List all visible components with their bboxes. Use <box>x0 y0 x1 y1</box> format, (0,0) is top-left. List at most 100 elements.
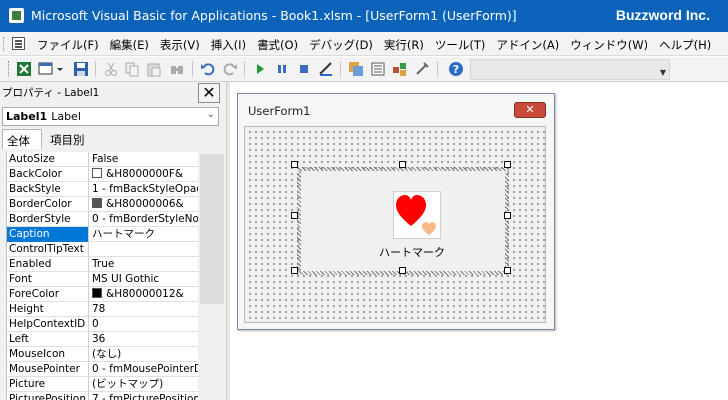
property-value[interactable]: 0 - fmBorderStyleNone <box>90 212 198 227</box>
menu-grip[interactable] <box>3 37 6 51</box>
resize-handle-top[interactable] <box>399 161 406 168</box>
tab-categorized[interactable]: 項目別 <box>46 129 96 149</box>
label1-selection-frame[interactable]: ハートマーク <box>297 167 509 275</box>
property-value-text: False <box>92 153 119 165</box>
resize-handle-right[interactable] <box>504 212 511 219</box>
property-value[interactable]: ハートマーク <box>90 227 198 242</box>
toolbar-grip[interactable] <box>8 61 11 77</box>
project-explorer-icon[interactable] <box>348 61 364 77</box>
menu-insert[interactable]: 挿入(I) <box>210 37 253 53</box>
property-row[interactable]: BorderStyle0 - fmBorderStyleNone <box>7 212 198 227</box>
property-row[interactable]: Picture (ビットマップ) <box>7 377 198 392</box>
property-value[interactable]: (ビットマップ) <box>90 377 198 392</box>
property-row[interactable]: ControlTipText <box>7 242 198 257</box>
resize-handle-left[interactable] <box>291 212 298 219</box>
design-mode-icon[interactable] <box>318 61 334 77</box>
property-value[interactable]: 7 - fmPicturePositionAboveCenter <box>90 392 198 400</box>
code-window-icon[interactable] <box>12 37 25 50</box>
tab-alphabetic[interactable]: 全体 <box>2 129 42 149</box>
close-icon[interactable]: ✕ <box>198 83 220 103</box>
object-type: Label <box>51 110 81 123</box>
property-value[interactable]: 0 <box>90 317 198 332</box>
object-browser-icon[interactable] <box>392 61 408 77</box>
property-value-text: MS UI Gothic <box>92 273 160 285</box>
menu-file[interactable]: ファイル(F) <box>36 37 106 53</box>
property-value[interactable]: 0 - fmMousePointerDefault <box>90 362 198 377</box>
property-name: BorderColor <box>7 197 89 212</box>
property-scrollbar[interactable] <box>198 152 226 400</box>
menu-debug[interactable]: デバッグ(D) <box>308 37 380 53</box>
property-row[interactable]: Height 78 <box>7 302 198 317</box>
property-value[interactable]: &H8000000F& <box>90 167 198 182</box>
property-row[interactable]: HelpContextID 0 <box>7 317 198 332</box>
menu-help[interactable]: ヘルプ(H) <box>658 37 718 53</box>
toolbox-icon[interactable] <box>414 61 430 77</box>
property-row[interactable]: Enabled True <box>7 257 198 272</box>
property-row[interactable]: Caption ハートマーク <box>7 227 198 242</box>
properties-icon[interactable] <box>370 61 386 77</box>
property-row[interactable]: BackStyle1 - fmBackStyleOpaque <box>7 182 198 197</box>
property-row[interactable]: Left 36 <box>7 332 198 347</box>
menu-view[interactable]: 表示(V) <box>159 37 207 53</box>
property-row[interactable]: Font MS UI Gothic <box>7 272 198 287</box>
property-row[interactable]: ForeColor &H80000012& <box>7 287 198 302</box>
scrollbar-thumb[interactable] <box>200 154 224 304</box>
excel-icon[interactable] <box>16 61 32 77</box>
title-bar: Microsoft Visual Basic for Applications … <box>0 0 728 32</box>
property-name: Enabled <box>7 257 89 272</box>
run-icon[interactable] <box>252 61 268 77</box>
copy-icon[interactable] <box>124 61 140 77</box>
property-value-text: &H80000012& <box>106 288 184 300</box>
chevron-down-icon[interactable]: ⌄ <box>207 109 215 120</box>
menu-edit[interactable]: 編集(E) <box>109 37 156 53</box>
property-value[interactable]: &H80000012& <box>90 287 198 302</box>
property-value[interactable]: 36 <box>90 332 198 347</box>
undo-icon[interactable] <box>200 61 216 77</box>
property-row[interactable]: AutoSize False <box>7 152 198 167</box>
menu-run[interactable]: 実行(R) <box>383 37 431 53</box>
resize-handle-top-right[interactable] <box>504 161 511 168</box>
property-row[interactable]: PicturePosition7 - fmPicturePositionAbov… <box>7 392 198 400</box>
svg-text:?: ? <box>453 63 459 76</box>
resize-handle-bottom[interactable] <box>399 267 406 274</box>
property-value[interactable]: MS UI Gothic <box>90 272 198 287</box>
menu-tools[interactable]: ツール(T) <box>434 37 493 53</box>
toolbar-separator <box>95 61 96 77</box>
help-icon[interactable]: ? <box>448 61 464 77</box>
userform-close-button[interactable]: ✕ <box>514 102 546 118</box>
property-value-text: ハートマーク <box>92 228 155 240</box>
property-row[interactable]: BackColor &H8000000F& <box>7 167 198 182</box>
paste-icon[interactable] <box>146 61 162 77</box>
object-selector[interactable]: Label1 Label ⌄ <box>2 107 219 126</box>
cut-icon[interactable] <box>103 61 119 77</box>
find-icon[interactable] <box>169 61 185 77</box>
userform-window: UserForm1 ✕ ハートマーク <box>237 93 555 330</box>
property-row[interactable]: MouseIcon (なし) <box>7 347 198 362</box>
userform-title: UserForm1 <box>248 104 311 118</box>
toolbar-separator <box>437 61 438 77</box>
break-icon[interactable] <box>274 61 290 77</box>
menu-format[interactable]: 書式(O) <box>256 37 305 53</box>
property-value[interactable]: True <box>90 257 198 272</box>
label1-control[interactable]: ハートマーク <box>301 171 505 271</box>
reset-icon[interactable] <box>296 61 312 77</box>
resize-handle-bottom-right[interactable] <box>504 267 511 274</box>
property-value[interactable] <box>90 242 198 257</box>
save-icon[interactable] <box>73 61 89 77</box>
property-row[interactable]: BorderColor &H80000006& <box>7 197 198 212</box>
menu-addins[interactable]: アドイン(A) <box>495 37 566 53</box>
property-value[interactable]: (なし) <box>90 347 198 362</box>
property-value[interactable]: 1 - fmBackStyleOpaque <box>90 182 198 197</box>
property-value[interactable]: &H80000006& <box>90 197 198 212</box>
property-row[interactable]: MousePointer0 - fmMousePointerDefault <box>7 362 198 377</box>
property-value[interactable]: 78 <box>90 302 198 317</box>
toolbar-options-icon[interactable]: ▼ <box>660 68 666 77</box>
redo-icon[interactable] <box>222 61 238 77</box>
menu-window[interactable]: ウィンドウ(W) <box>569 37 655 53</box>
resize-handle-top-left[interactable] <box>291 161 298 168</box>
insert-userform-icon[interactable] <box>38 61 54 77</box>
chevron-down-icon[interactable] <box>55 61 65 77</box>
property-value[interactable]: False <box>90 152 198 167</box>
userform-canvas[interactable]: ハートマーク <box>244 126 546 323</box>
resize-handle-bottom-left[interactable] <box>291 267 298 274</box>
